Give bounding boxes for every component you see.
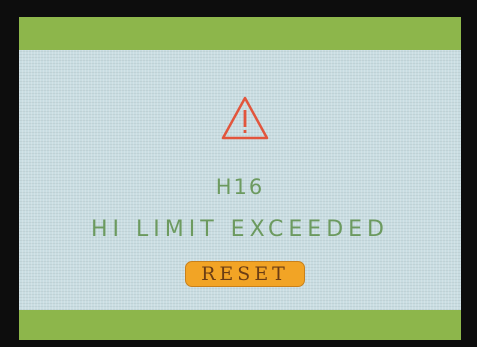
device-bezel: H16 HI LIMIT EXCEEDED RESET [0, 0, 477, 347]
warning-triangle-icon [221, 96, 269, 140]
top-status-bar [19, 17, 461, 50]
error-message: HI LIMIT EXCEEDED [91, 217, 389, 242]
reset-button[interactable]: RESET [185, 261, 305, 287]
bottom-status-bar [19, 310, 461, 340]
lcd-screen: H16 HI LIMIT EXCEEDED RESET [19, 17, 461, 340]
error-code: H16 [215, 175, 265, 199]
